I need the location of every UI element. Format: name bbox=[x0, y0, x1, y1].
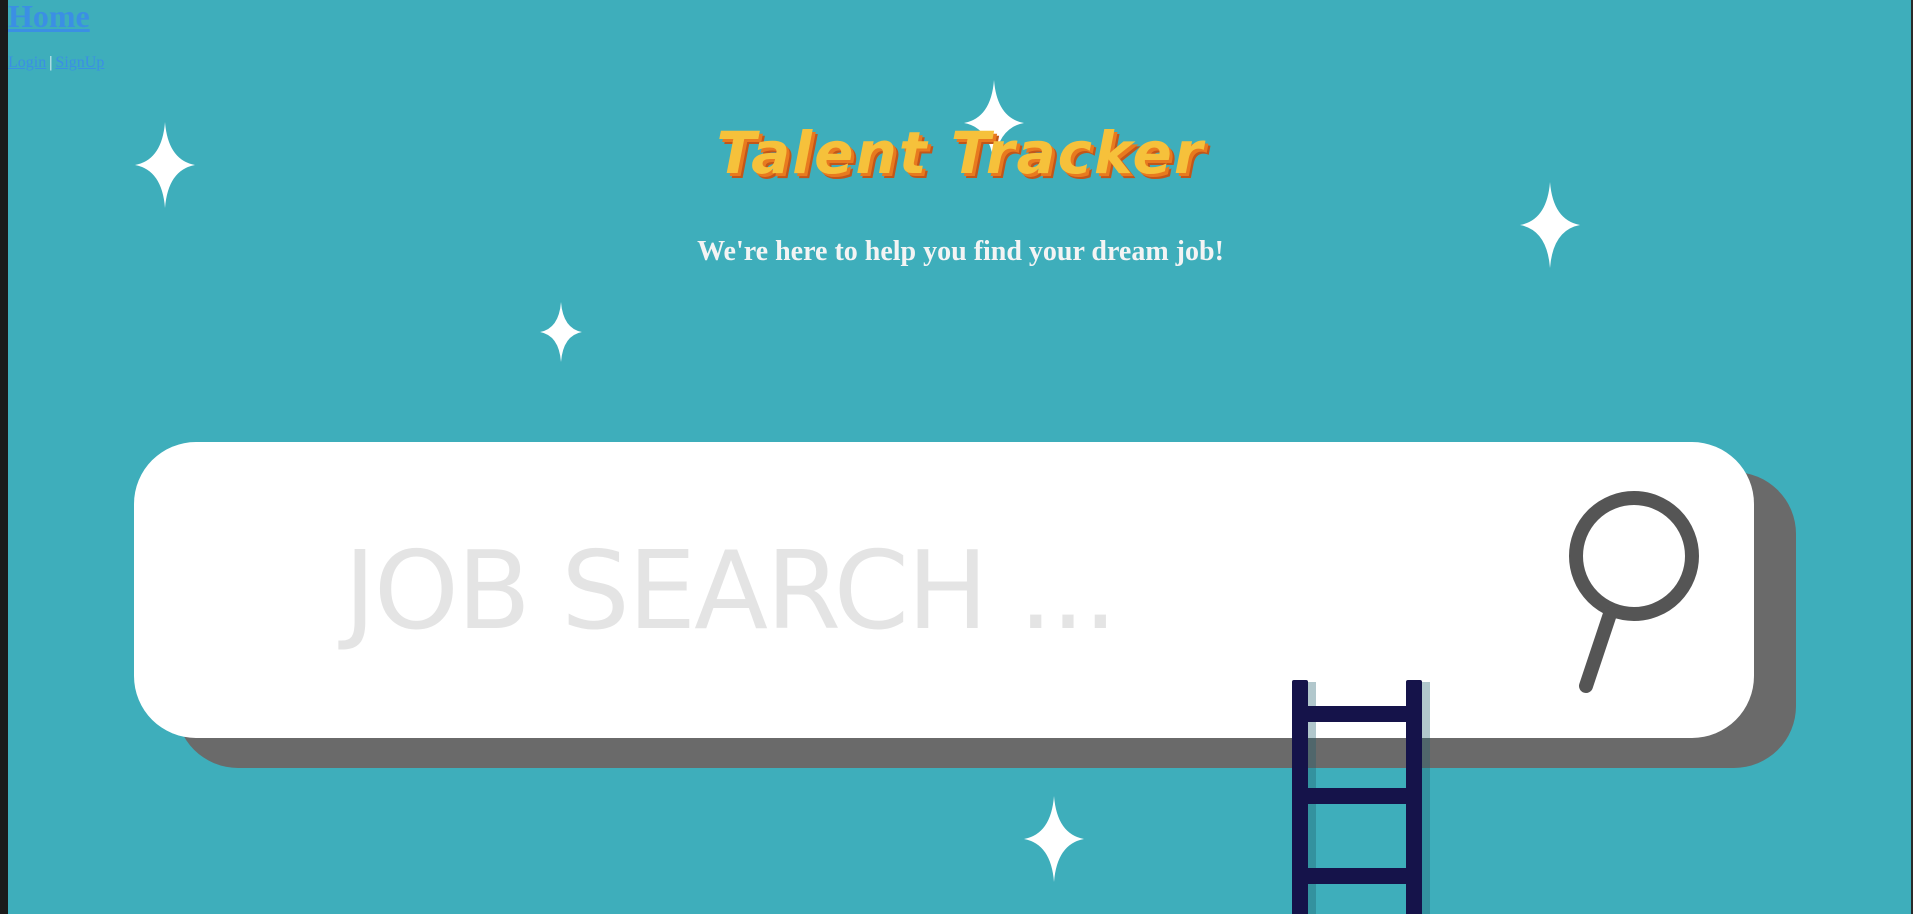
search-placeholder: JOB SEARCH ... bbox=[344, 529, 1118, 654]
sparkle-icon bbox=[540, 302, 582, 362]
sparkle-icon bbox=[1024, 796, 1084, 882]
auth-links: Login | SignUp bbox=[8, 54, 104, 72]
ladder-illustration bbox=[1292, 680, 1430, 914]
login-link[interactable]: Login bbox=[8, 54, 46, 71]
signup-link[interactable]: SignUp bbox=[55, 54, 104, 71]
page-background: Home Login | SignUp Talent Tracker We're h… bbox=[8, 0, 1913, 914]
tagline: We're here to help you find your dream j… bbox=[697, 236, 1224, 267]
brand-title: Talent Tracker bbox=[716, 119, 1205, 187]
job-search-box[interactable]: JOB SEARCH ... bbox=[134, 442, 1754, 738]
home-link[interactable]: Home bbox=[8, 0, 90, 32]
magnifier-icon[interactable] bbox=[1550, 490, 1700, 696]
